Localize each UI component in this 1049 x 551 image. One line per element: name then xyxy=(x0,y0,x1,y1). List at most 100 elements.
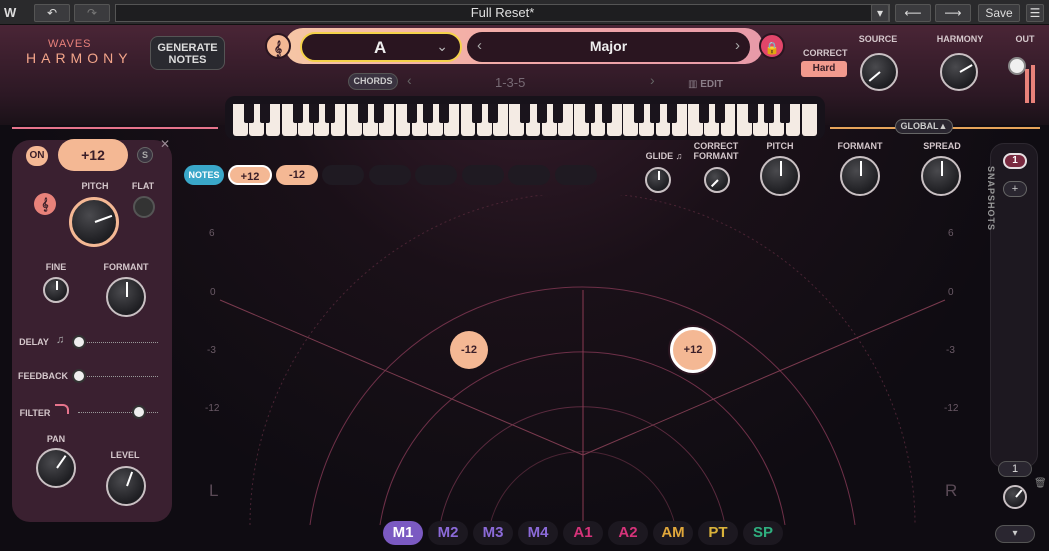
lock-icon[interactable]: 🔒 xyxy=(759,33,785,59)
source-knob[interactable] xyxy=(860,53,898,91)
mode-button-sp[interactable]: SP xyxy=(743,521,783,545)
chords-prev-icon[interactable]: ‹ xyxy=(407,72,412,88)
black-key[interactable] xyxy=(374,104,385,123)
spread-knob[interactable] xyxy=(921,156,961,196)
snapshot-add-button[interactable]: + xyxy=(1003,181,1027,197)
note-chip-plus12[interactable]: +12 xyxy=(228,165,272,185)
close-icon[interactable]: ✕ xyxy=(160,137,170,151)
glide-knob[interactable] xyxy=(645,167,671,193)
empty-note-slot[interactable] xyxy=(368,165,411,185)
fine-knob[interactable] xyxy=(43,277,69,303)
black-key[interactable] xyxy=(747,104,758,123)
mode-button-a2[interactable]: A2 xyxy=(608,521,648,545)
stereo-radar[interactable] xyxy=(185,195,975,525)
preset-name-field[interactable]: Full Reset* xyxy=(115,4,890,22)
piano-keyboard[interactable] xyxy=(233,104,818,136)
voice-on-button[interactable]: ON xyxy=(26,146,48,166)
black-key[interactable] xyxy=(292,104,303,123)
voice-value-pill[interactable]: +12 xyxy=(58,139,128,171)
mode-button-a1[interactable]: A1 xyxy=(563,521,603,545)
black-key[interactable] xyxy=(471,104,482,123)
scale-selector[interactable]: ‹ Major › xyxy=(467,32,750,62)
undo-button[interactable]: ↶ xyxy=(34,4,70,22)
harmony-knob[interactable] xyxy=(940,53,978,91)
voice-pitch-knob[interactable] xyxy=(69,197,119,247)
mode-button-m1[interactable]: M1 xyxy=(383,521,423,545)
correct-mode-button[interactable]: Hard xyxy=(801,61,847,77)
snapshot-morph-knob[interactable] xyxy=(1003,485,1027,509)
menu-button[interactable]: ☰ xyxy=(1026,4,1044,22)
notes-toggle[interactable]: NOTES xyxy=(184,165,224,185)
black-key[interactable] xyxy=(260,104,271,123)
mode-button-m4[interactable]: M4 xyxy=(518,521,558,545)
snapshot-slot-1[interactable]: 1 xyxy=(1003,153,1027,169)
global-button[interactable]: GLOBAL▲ xyxy=(895,119,953,134)
trash-icon[interactable]: 🗑 xyxy=(1034,478,1047,489)
key-value: A xyxy=(374,38,387,57)
black-key[interactable] xyxy=(536,104,547,123)
black-key[interactable] xyxy=(406,104,417,123)
black-key[interactable] xyxy=(487,104,498,123)
save-button[interactable]: Save xyxy=(978,4,1020,22)
generate-notes-button[interactable]: GENERATE NOTES xyxy=(150,36,225,70)
black-key[interactable] xyxy=(699,104,710,123)
solo-button[interactable]: S xyxy=(137,147,153,163)
mode-button-pt[interactable]: PT xyxy=(698,521,738,545)
note-chip-minus12[interactable]: -12 xyxy=(276,165,318,185)
feedback-slider[interactable] xyxy=(72,369,86,383)
black-key[interactable] xyxy=(309,104,320,123)
next-preset-button[interactable]: ⟶ xyxy=(935,4,971,22)
white-key[interactable] xyxy=(801,104,817,136)
black-key[interactable] xyxy=(601,104,612,123)
level-knob[interactable] xyxy=(106,466,146,506)
black-key[interactable] xyxy=(244,104,255,123)
out-knob[interactable] xyxy=(1008,57,1026,75)
black-key[interactable] xyxy=(520,104,531,123)
voice-node-plus12[interactable]: +12 xyxy=(670,327,716,373)
black-key[interactable] xyxy=(780,104,791,123)
chords-next-icon[interactable]: › xyxy=(650,72,655,88)
collapse-button[interactable]: ▾ xyxy=(995,525,1035,543)
key-selector[interactable]: A ⌄ xyxy=(300,32,462,62)
black-key[interactable] xyxy=(715,104,726,123)
flat-toggle[interactable] xyxy=(133,196,155,218)
chevron-right-icon[interactable]: › xyxy=(735,37,740,54)
global-pitch-knob[interactable] xyxy=(760,156,800,196)
black-key[interactable] xyxy=(325,104,336,123)
delay-slider[interactable] xyxy=(72,335,86,349)
empty-note-slot[interactable] xyxy=(322,165,364,185)
voice-clef-icon[interactable]: 𝄞 xyxy=(34,193,56,215)
black-key[interactable] xyxy=(439,104,450,123)
pan-label: PAN xyxy=(46,434,66,444)
prev-preset-button[interactable]: ⟵ xyxy=(895,4,931,22)
mode-button-m2[interactable]: M2 xyxy=(428,521,468,545)
correct-formant-knob[interactable] xyxy=(704,167,730,193)
black-key[interactable] xyxy=(666,104,677,123)
right-axis-minus12: -12 xyxy=(944,403,959,414)
filter-slider[interactable] xyxy=(132,405,146,419)
empty-note-slot[interactable] xyxy=(554,165,597,185)
pan-knob[interactable] xyxy=(36,448,76,488)
chevron-down-icon: ▾ xyxy=(1012,528,1018,539)
mode-button-am[interactable]: AM xyxy=(653,521,693,545)
black-key[interactable] xyxy=(585,104,596,123)
black-key[interactable] xyxy=(634,104,645,123)
black-key[interactable] xyxy=(650,104,661,123)
global-formant-knob[interactable] xyxy=(840,156,880,196)
empty-note-slot[interactable] xyxy=(508,165,550,185)
black-key[interactable] xyxy=(552,104,563,123)
voice-node-minus12[interactable]: -12 xyxy=(450,331,488,369)
preset-dropdown-button[interactable]: ▾ xyxy=(871,4,889,22)
empty-note-slot[interactable] xyxy=(461,165,504,185)
mode-button-m3[interactable]: M3 xyxy=(473,521,513,545)
chords-button[interactable]: CHORDS xyxy=(348,73,398,90)
snapshot-number-field[interactable]: 1 xyxy=(998,461,1032,477)
black-key[interactable] xyxy=(357,104,368,123)
treble-clef-icon[interactable]: 𝄞 xyxy=(265,33,291,59)
black-key[interactable] xyxy=(764,104,775,123)
redo-button[interactable]: ↷ xyxy=(74,4,110,22)
voice-formant-knob[interactable] xyxy=(106,277,146,317)
edit-button[interactable]: ▥ EDIT xyxy=(688,79,723,90)
black-key[interactable] xyxy=(422,104,433,123)
empty-note-slot[interactable] xyxy=(415,165,457,185)
